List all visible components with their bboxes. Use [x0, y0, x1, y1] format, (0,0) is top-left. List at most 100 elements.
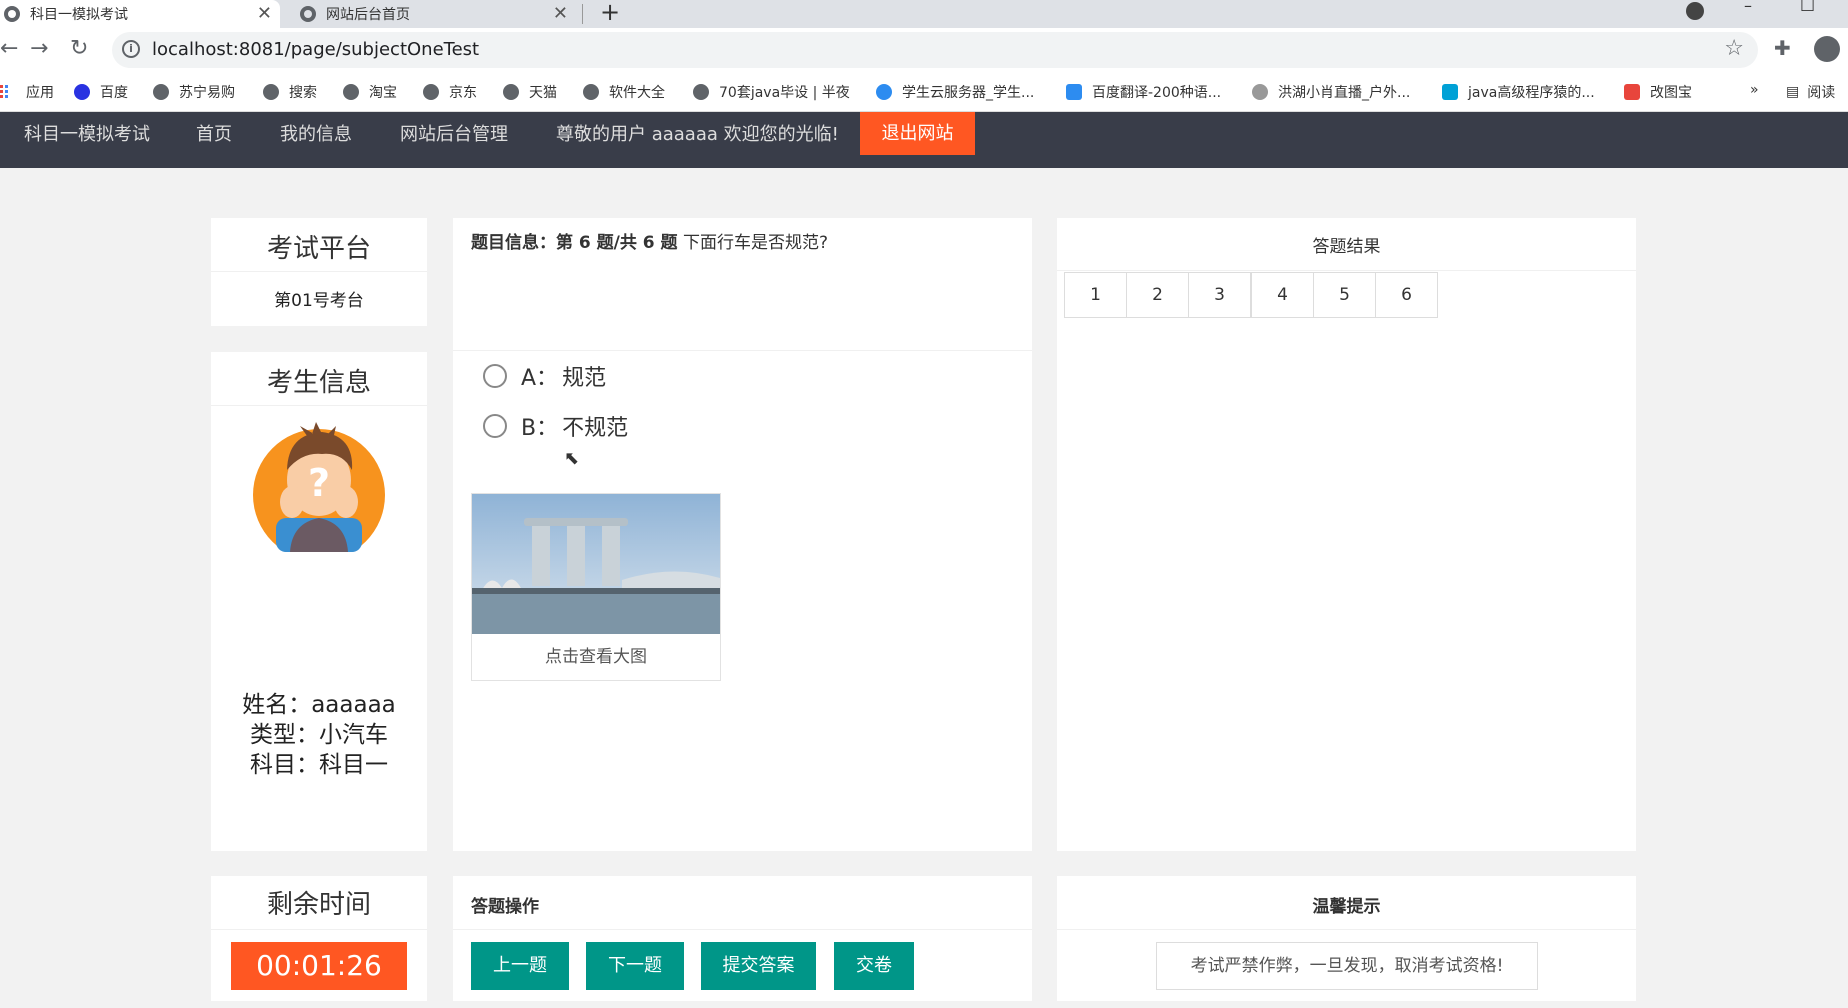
nav-item-home[interactable]: 首页: [196, 120, 232, 146]
radio-button[interactable]: [483, 414, 507, 438]
bookmark-suning[interactable]: 苏宁易购: [153, 82, 235, 102]
radio-button[interactable]: [483, 364, 507, 388]
divider: [211, 929, 427, 930]
results-grid: 1 2 3 4 5 6: [1064, 272, 1444, 320]
tips-card: 温馨提示 考试严禁作弊，一旦发现，取消考试资格!: [1057, 876, 1636, 1001]
question-label: 题目信息：: [471, 233, 556, 253]
nav-item-admin[interactable]: 网站后台管理: [400, 120, 508, 146]
bookmark-live-stream[interactable]: 洪湖小肖直播_户外...: [1252, 82, 1410, 102]
bookmark-tmall[interactable]: 天猫: [503, 82, 557, 102]
result-item-1[interactable]: 1: [1064, 272, 1127, 318]
hand-in-paper-button[interactable]: 交卷: [834, 942, 914, 990]
divider: [1057, 929, 1636, 930]
result-item-3[interactable]: 3: [1188, 272, 1251, 318]
result-item-4[interactable]: 4: [1251, 272, 1314, 318]
bookmark-label: 洪湖小肖直播_户外...: [1278, 85, 1411, 101]
divider: [1057, 270, 1636, 271]
tab-subject-one-test[interactable]: 科目一模拟考试 ✕: [0, 0, 280, 28]
bookmark-taobao[interactable]: 淘宝: [343, 82, 397, 102]
globe-icon: [423, 84, 439, 100]
globe-icon: [693, 84, 709, 100]
student-subject: 科目：科目一: [250, 752, 388, 778]
view-large-image-link[interactable]: 点击查看大图: [472, 634, 720, 680]
reading-list[interactable]: ▤ 阅读: [1786, 82, 1835, 102]
bookmark-student-cloud[interactable]: 学生云服务器_学生...: [876, 82, 1034, 102]
site-top-nav: 科目一模拟考试 首页 我的信息 网站后台管理 尊敬的用户 aaaaaa 欢迎您的…: [0, 112, 1848, 168]
results-card: 答题结果 1 2 3 4 5 6: [1057, 218, 1636, 851]
globe-icon: [503, 84, 519, 100]
close-icon[interactable]: ✕: [553, 3, 568, 24]
address-bar[interactable]: i localhost:8081/page/subjectOneTest ☆: [112, 32, 1758, 68]
bookmark-label: 改图宝: [1650, 85, 1692, 101]
globe-icon: [583, 84, 599, 100]
minimize-icon[interactable]: –: [1744, 0, 1752, 15]
close-icon[interactable]: ✕: [257, 3, 272, 24]
bookmark-search[interactable]: 搜索: [263, 82, 317, 102]
bookmark-baidu-translate[interactable]: 百度翻译-200种语...: [1066, 82, 1221, 102]
bookmark-apps[interactable]: 应用: [0, 82, 54, 102]
divider: [453, 350, 1032, 351]
bookmark-star-icon[interactable]: ☆: [1724, 36, 1744, 61]
bird-icon: [1252, 84, 1268, 100]
chrome-menu-icon[interactable]: [1686, 2, 1704, 20]
divider: [211, 405, 427, 406]
reading-list-icon: ▤: [1786, 84, 1800, 100]
bookmark-label: 淘宝: [369, 85, 397, 101]
forward-arrow-icon[interactable]: →: [30, 36, 48, 61]
submit-answer-button[interactable]: 提交答案: [701, 942, 816, 990]
tab-admin-home[interactable]: 网站后台首页 ✕: [296, 0, 576, 28]
bookmark-label: 苏宁易购: [179, 85, 235, 101]
new-tab-icon[interactable]: +: [600, 0, 620, 26]
extensions-puzzle-icon[interactable]: ✚: [1774, 36, 1791, 60]
bookmark-baidu[interactable]: 百度: [74, 82, 128, 102]
result-item-6[interactable]: 6: [1375, 272, 1438, 318]
bookmark-software[interactable]: 软件大全: [583, 82, 665, 102]
bookmarks-overflow[interactable]: »: [1750, 82, 1759, 98]
operations-card: 答题操作 上一题 下一题 提交答案 交卷: [453, 876, 1032, 1001]
student-details: 姓名：aaaaaa 类型：小汽车 科目：科目一: [211, 690, 427, 780]
question-image-card[interactable]: 点击查看大图: [471, 493, 721, 681]
tab-title: 科目一模拟考试: [30, 7, 128, 23]
divider: [211, 271, 427, 272]
office-icon: [1624, 84, 1640, 100]
bookmark-gaitubao[interactable]: 改图宝: [1624, 82, 1692, 102]
translate-icon: [1066, 84, 1082, 100]
question-text: 下面行车是否规范?: [682, 233, 828, 253]
mouse-cursor-icon: ⬉: [564, 448, 580, 469]
option-a[interactable]: A： 规范: [483, 360, 606, 392]
site-info-icon[interactable]: i: [122, 40, 140, 58]
bookmark-label: 软件大全: [609, 85, 665, 101]
option-key: A：: [521, 366, 559, 391]
logout-button[interactable]: 退出网站: [860, 112, 975, 155]
profile-avatar-icon[interactable]: [1814, 36, 1840, 62]
result-item-5[interactable]: 5: [1313, 272, 1376, 318]
option-text: 规范: [562, 366, 607, 391]
seat-number: 第01号考台: [274, 291, 364, 311]
bookmark-label: 百度翻译-200种语...: [1092, 85, 1222, 101]
student-name: 姓名：aaaaaa: [242, 692, 396, 718]
nav-item-my-info[interactable]: 我的信息: [280, 120, 352, 146]
bookmark-jd[interactable]: 京东: [423, 82, 477, 102]
divider: [453, 929, 1032, 930]
next-question-button[interactable]: 下一题: [586, 942, 684, 990]
tab-separator: [582, 4, 583, 24]
bilibili-icon: [1442, 84, 1458, 100]
nav-item-subject-one[interactable]: 科目一模拟考试: [24, 120, 150, 146]
bookmark-bilibili[interactable]: java高级程序猿的...: [1442, 82, 1595, 102]
results-title: 答题结果: [1312, 237, 1381, 257]
bookmark-label: 百度: [100, 85, 128, 101]
question-photo[interactable]: [472, 494, 720, 634]
result-item-2[interactable]: 2: [1126, 272, 1189, 318]
bookmark-java-projects[interactable]: 70套java毕设 | 半夜: [693, 82, 850, 102]
reload-icon[interactable]: ↻: [70, 36, 88, 61]
option-b[interactable]: B： 不规范: [483, 410, 628, 442]
globe-icon: [153, 84, 169, 100]
platform-card: 考试平台 第01号考台: [211, 218, 427, 326]
previous-question-button[interactable]: 上一题: [471, 942, 569, 990]
bookmark-label: java高级程序猿的...: [1468, 85, 1595, 101]
apps-grid-icon: [0, 84, 16, 100]
back-arrow-icon[interactable]: ←: [0, 36, 18, 61]
timer-title: 剩余时间: [266, 890, 371, 920]
question-card: 题目信息：第 6 题/共 6 题 下面行车是否规范? A： 规范 B： 不规范 …: [453, 218, 1032, 851]
maximize-icon[interactable]: □: [1800, 0, 1815, 13]
